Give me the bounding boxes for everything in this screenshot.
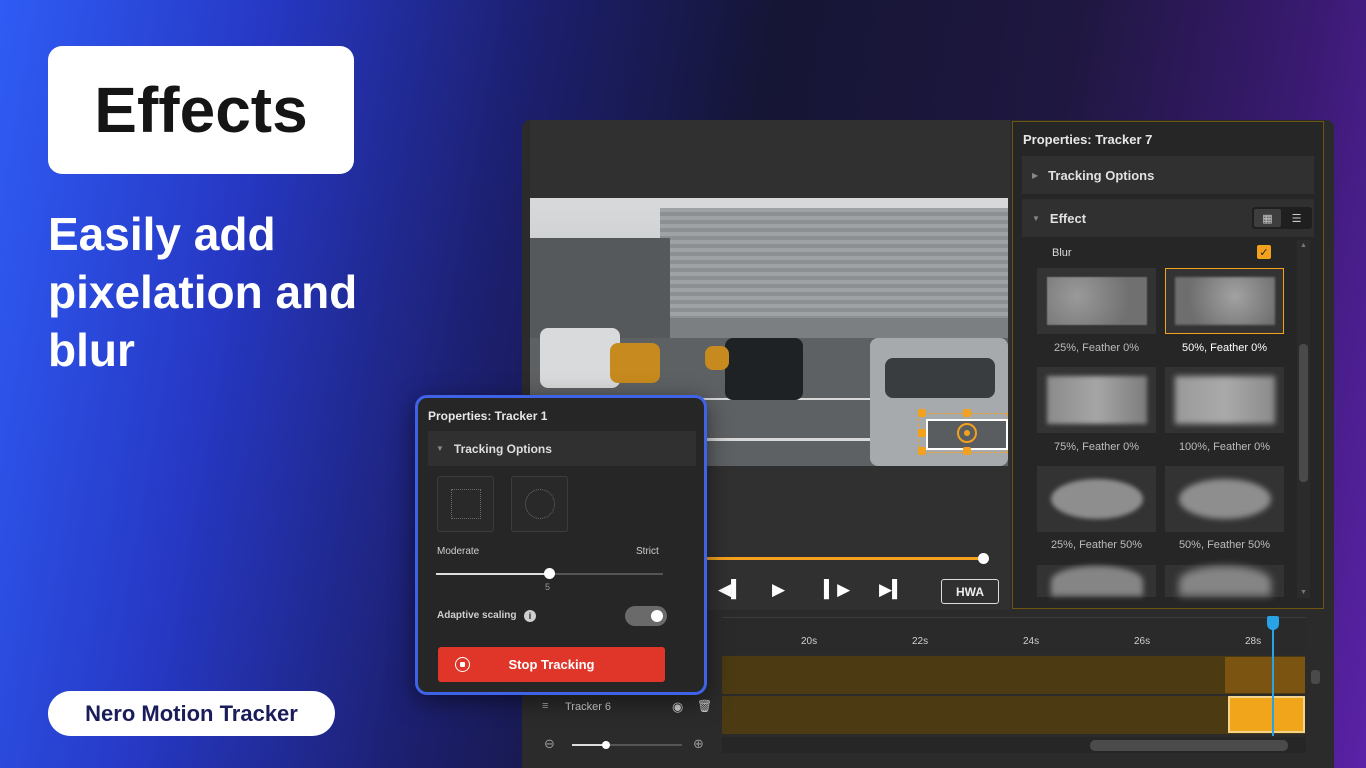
preset-caption: 25%, Feather 0% xyxy=(1054,342,1139,354)
timeline-vscroll[interactable] xyxy=(1308,656,1324,736)
adaptive-scaling-label: Adaptive scaling xyxy=(437,610,517,621)
panel-title: Properties: Tracker 7 xyxy=(1023,132,1153,147)
slider-value: 5 xyxy=(545,582,551,592)
zoom-out-icon[interactable]: ⊖ xyxy=(544,736,555,752)
headline: Easily add pixelation and blur xyxy=(48,208,358,376)
playback-progress[interactable] xyxy=(706,557,986,560)
crosshair-icon[interactable] xyxy=(957,423,977,443)
play-icon[interactable]: ▶ xyxy=(772,580,785,600)
stop-tracking-button[interactable]: Stop Tracking xyxy=(438,647,665,682)
playback-knob[interactable] xyxy=(978,553,989,564)
panel-title: Properties: Tracker 1 xyxy=(428,409,548,423)
blur-preset-thumb[interactable] xyxy=(1037,268,1156,334)
step-back-icon[interactable]: ◀▍ xyxy=(718,580,744,600)
grid-view-icon[interactable]: ▦ xyxy=(1254,209,1281,227)
track-clip[interactable] xyxy=(1228,696,1305,733)
timeline-hscroll[interactable] xyxy=(1090,740,1288,751)
preset-caption: 25%, Feather 50% xyxy=(1050,539,1143,551)
track-lane[interactable] xyxy=(722,696,1305,734)
info-icon[interactable]: i xyxy=(524,610,536,622)
slider-max-label: Strict xyxy=(636,546,659,557)
chevron-down-icon: ▼ xyxy=(436,444,444,453)
section-label: Effect xyxy=(1049,210,1087,226)
section-label: Tracking Options xyxy=(1048,167,1155,183)
blur-preset-thumb[interactable] xyxy=(1037,466,1156,532)
effects-badge: Effects xyxy=(48,46,354,174)
ellipse-shape-button[interactable] xyxy=(511,476,568,532)
track-name: Tracker 6 xyxy=(565,701,612,713)
button-label: Stop Tracking xyxy=(508,657,595,672)
view-toggle: ▦ ☰ xyxy=(1252,207,1312,229)
section-label: Tracking Options xyxy=(453,441,552,456)
resize-handle[interactable] xyxy=(918,409,926,417)
resize-handle[interactable] xyxy=(963,447,971,455)
time-tick: 26s xyxy=(1134,636,1151,647)
blur-checkbox[interactable]: ✓ xyxy=(1257,245,1271,259)
track-header: ≡ Tracker 6 ◉ 🗑 xyxy=(530,696,720,722)
preset-caption: 100%, Feather 0% xyxy=(1178,441,1271,453)
blur-preset-thumb[interactable] xyxy=(1165,565,1284,597)
panel-scrollbar[interactable]: ▲ ▼ xyxy=(1297,240,1310,598)
playhead[interactable] xyxy=(1272,622,1274,736)
skip-end-icon[interactable]: ▶▍ xyxy=(879,580,905,600)
zoom-control: ⊖ ⊕ xyxy=(530,734,720,756)
step-forward-icon[interactable]: ▍▶ xyxy=(824,580,850,600)
time-tick: 20s xyxy=(801,636,818,647)
chevron-down-icon: ▼ xyxy=(1032,213,1040,223)
hwa-button[interactable]: HWA xyxy=(941,579,999,604)
tracking-options-section[interactable]: ▼ Tracking Options xyxy=(428,431,696,466)
zoom-knob[interactable] xyxy=(602,741,610,749)
resize-handle[interactable] xyxy=(963,409,971,417)
slider-knob[interactable] xyxy=(544,568,555,579)
time-tick: 28s xyxy=(1245,636,1262,647)
preset-caption: 75%, Feather 0% xyxy=(1054,441,1139,453)
track-lane[interactable] xyxy=(722,656,1305,694)
resize-handle[interactable] xyxy=(918,447,926,455)
preset-caption: 50%, Feather 50% xyxy=(1178,539,1271,551)
slider-min-label: Moderate xyxy=(437,546,480,557)
slider-fill xyxy=(436,573,549,575)
blur-preset-thumb[interactable] xyxy=(1037,367,1156,433)
drag-handle-icon[interactable]: ≡ xyxy=(542,700,548,712)
track-clip[interactable] xyxy=(1225,657,1305,693)
time-tick: 22s xyxy=(912,636,929,647)
blur-preset-thumb[interactable] xyxy=(1165,466,1284,532)
properties-panel xyxy=(1012,121,1324,609)
blur-preset-thumb[interactable] xyxy=(1037,565,1156,597)
resize-handle[interactable] xyxy=(918,429,926,437)
blur-preset-thumb[interactable] xyxy=(1165,268,1284,334)
preset-caption: 50%, Feather 0% xyxy=(1182,342,1267,354)
eye-icon[interactable]: ◉ xyxy=(672,699,683,715)
settings-sliders-icon[interactable]: ☰ xyxy=(1283,209,1310,227)
rectangle-shape-button[interactable] xyxy=(437,476,494,532)
blur-preset-thumb[interactable] xyxy=(1165,367,1284,433)
stop-icon xyxy=(455,657,470,672)
zoom-in-icon[interactable]: ⊕ xyxy=(693,736,704,752)
time-tick: 24s xyxy=(1023,636,1040,647)
chevron-right-icon: ▶ xyxy=(1032,170,1039,180)
product-name-pill: Nero Motion Tracker xyxy=(48,691,335,736)
adaptive-scaling-toggle[interactable] xyxy=(625,606,667,626)
timeline-ruler[interactable] xyxy=(722,617,1306,653)
blur-label: Blur xyxy=(1052,247,1072,259)
trash-icon[interactable]: 🗑 xyxy=(697,699,712,713)
tracking-options-section[interactable]: ▶ Tracking Options xyxy=(1022,156,1314,194)
